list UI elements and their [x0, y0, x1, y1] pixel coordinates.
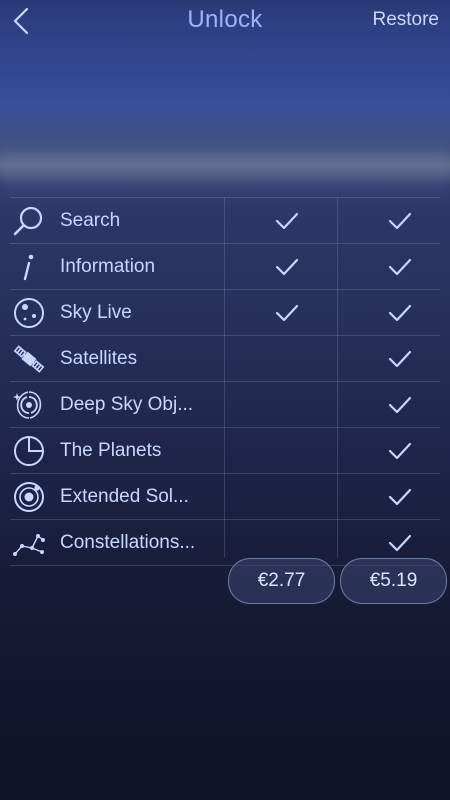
- feature-label: Search: [60, 210, 121, 231]
- feature-label: Satellites: [60, 348, 138, 369]
- check-icon: [388, 534, 412, 552]
- feature-label: Extended Sol...: [60, 486, 189, 507]
- check-icon: [388, 258, 412, 276]
- feature-label: Constellations...: [60, 532, 196, 553]
- feature-row-search: Search: [10, 197, 440, 243]
- check-icon: [275, 212, 299, 230]
- feature-row-satellites: Satellites: [10, 335, 440, 381]
- check-icon: [388, 488, 412, 506]
- check-icon: [388, 442, 412, 460]
- check-icon: [388, 396, 412, 414]
- feature-row-deep-sky: Deep Sky Obj...: [10, 381, 440, 427]
- restore-button[interactable]: Restore: [372, 9, 439, 31]
- feature-table: Search Information Sky Live Satellites D…: [10, 197, 440, 566]
- check-icon: [388, 212, 412, 230]
- feature-row-information: Information: [10, 243, 440, 289]
- feature-label: The Planets: [60, 440, 162, 461]
- orbit-icon: [14, 482, 44, 512]
- galaxy-icon: [13, 391, 42, 419]
- check-icon: [275, 304, 299, 322]
- price-button-tier2[interactable]: €5.19: [340, 558, 447, 604]
- feature-label: Information: [60, 256, 156, 277]
- feature-row-planets: The Planets: [10, 427, 440, 473]
- price-button-tier1[interactable]: €2.77: [228, 558, 335, 604]
- feature-label: Sky Live: [60, 302, 132, 323]
- feature-label: Deep Sky Obj...: [60, 394, 194, 415]
- check-icon: [388, 350, 412, 368]
- sky-live-icon: [14, 298, 44, 328]
- top-bar: Unlock Restore: [0, 0, 450, 44]
- search-icon: [13, 206, 43, 236]
- info-icon: [23, 254, 34, 281]
- feature-row-extended-solar: Extended Sol...: [10, 473, 440, 519]
- satellite-icon: [13, 345, 45, 373]
- feature-row-sky-live: Sky Live: [10, 289, 440, 335]
- check-icon: [275, 258, 299, 276]
- check-icon: [388, 304, 412, 322]
- constellation-icon: [13, 534, 45, 556]
- planets-icon: [14, 436, 44, 466]
- horizon-haze: [0, 140, 450, 200]
